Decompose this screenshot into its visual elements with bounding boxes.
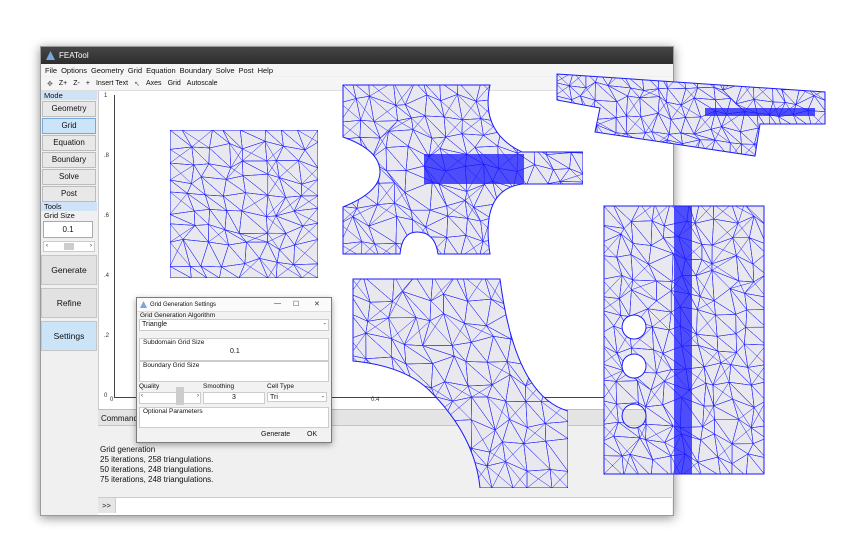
dialog-title-bar: Grid Generation Settings — ☐ ✕: [137, 298, 331, 312]
chevron-left-icon[interactable]: ‹: [46, 242, 48, 251]
mode-post-button[interactable]: Post: [42, 186, 96, 202]
chevron-left-icon[interactable]: ‹: [141, 393, 143, 399]
mode-equation-button[interactable]: Equation: [42, 135, 96, 151]
menu-help[interactable]: Help: [258, 66, 273, 75]
square-mesh-image: [170, 130, 318, 278]
dropdown-icon[interactable]: -: [324, 320, 326, 330]
cell-type-label: Cell Type: [267, 383, 294, 390]
grid-generation-settings-dialog: Grid Generation Settings — ☐ ✕ Grid Gene…: [136, 297, 332, 443]
grid-size-input[interactable]: 0.1: [43, 221, 93, 238]
mode-section-label: Mode: [41, 91, 97, 100]
quality-slider[interactable]: ‹ ›: [139, 387, 201, 405]
optional-parameters-label: Optional Parameters: [143, 408, 203, 415]
maximize-icon[interactable]: ☐: [293, 300, 299, 308]
perforated-panel-mesh-image: [603, 205, 765, 475]
cell-type-select[interactable]: Tri -: [267, 392, 327, 402]
grid-size-label: Grid Size: [44, 211, 75, 220]
chevron-right-icon[interactable]: ›: [197, 393, 199, 399]
autoscale-button[interactable]: Autoscale: [187, 80, 218, 87]
chevron-right-icon[interactable]: ›: [90, 242, 92, 251]
quality-label: Quality: [139, 383, 160, 390]
smoothing-input[interactable]: 3: [203, 392, 265, 404]
subdomain-grid-size-label: Subdomain Grid Size: [143, 339, 205, 346]
zoom-in-button[interactable]: Z+: [59, 80, 67, 87]
window-title: FEATool: [59, 51, 89, 60]
mode-grid-button[interactable]: Grid: [42, 118, 96, 134]
menu-grid[interactable]: Grid: [128, 66, 142, 75]
subdomain-grid-size-value: 0.1: [230, 348, 240, 355]
menu-post[interactable]: Post: [239, 66, 254, 75]
insert-text-button[interactable]: Insert Text: [96, 80, 128, 87]
subdomain-grid-size-box[interactable]: Subdomain Grid Size 0.1: [139, 338, 329, 361]
y-tick-label: 1: [104, 93, 108, 99]
zoom-out-button[interactable]: Z-: [73, 80, 80, 87]
cell-type-value: Tri: [270, 394, 278, 401]
y-tick-label: .8: [104, 153, 110, 159]
mode-geometry-button[interactable]: Geometry: [42, 101, 96, 117]
menu-solve[interactable]: Solve: [216, 66, 235, 75]
quarter-plate-mesh-image: [352, 278, 568, 488]
mode-boundary-button[interactable]: Boundary: [42, 152, 96, 168]
menu-options[interactable]: Options: [61, 66, 87, 75]
add-button[interactable]: +: [86, 80, 90, 87]
algorithm-value: Triangle: [142, 321, 168, 328]
settings-button[interactable]: Settings: [41, 321, 97, 351]
grid-toggle-button[interactable]: Grid: [168, 80, 181, 87]
pan-icon[interactable]: ✥: [47, 80, 53, 88]
featool-logo-icon: [140, 301, 147, 308]
grid-size-slider[interactable]: ‹ ›: [43, 241, 95, 252]
smoothing-label: Smoothing: [203, 383, 235, 390]
algorithm-label: Grid Generation Algorithm: [140, 312, 216, 319]
y-tick-label: 0: [104, 393, 108, 399]
menu-boundary[interactable]: Boundary: [180, 66, 212, 75]
sidebar: Mode Geometry Grid Equation Boundary Sol…: [41, 91, 97, 351]
y-tick-label: .4: [104, 273, 110, 279]
menu-equation[interactable]: Equation: [146, 66, 176, 75]
optional-parameters-box[interactable]: Optional Parameters: [139, 407, 329, 428]
quality-slider-thumb[interactable]: [176, 387, 184, 405]
axes-button[interactable]: Axes: [146, 80, 162, 87]
title-bar: FEATool: [41, 47, 673, 64]
dropdown-icon[interactable]: -: [322, 393, 324, 403]
tools-section-label: Tools: [41, 202, 97, 211]
boundary-grid-size-box[interactable]: Boundary Grid Size: [139, 361, 329, 382]
dialog-generate-button[interactable]: Generate: [261, 431, 290, 438]
close-icon[interactable]: ✕: [314, 300, 320, 308]
dialog-title: Grid Generation Settings: [150, 301, 217, 308]
plate-with-holes-mesh-image: [342, 84, 583, 255]
featool-logo-icon: [46, 51, 55, 60]
pointer-icon[interactable]: ↖: [134, 80, 140, 88]
menu-geometry[interactable]: Geometry: [91, 66, 124, 75]
menu-file[interactable]: File: [45, 66, 57, 75]
mode-solve-button[interactable]: Solve: [42, 169, 96, 185]
dialog-ok-button[interactable]: OK: [307, 431, 317, 438]
algorithm-select[interactable]: Triangle -: [139, 319, 329, 331]
generate-button[interactable]: Generate: [41, 255, 97, 285]
command-prompt: >>: [98, 498, 116, 513]
minimize-icon[interactable]: —: [274, 300, 281, 307]
y-tick-label: .2: [104, 333, 110, 339]
boundary-grid-size-label: Boundary Grid Size: [143, 362, 200, 369]
refine-button[interactable]: Refine: [41, 288, 97, 318]
y-tick-label: .6: [104, 213, 110, 219]
command-input[interactable]: >>: [98, 497, 672, 515]
slider-thumb[interactable]: [64, 243, 74, 250]
x-tick-label: 0: [110, 397, 114, 403]
beam-mesh-image: [556, 73, 826, 157]
